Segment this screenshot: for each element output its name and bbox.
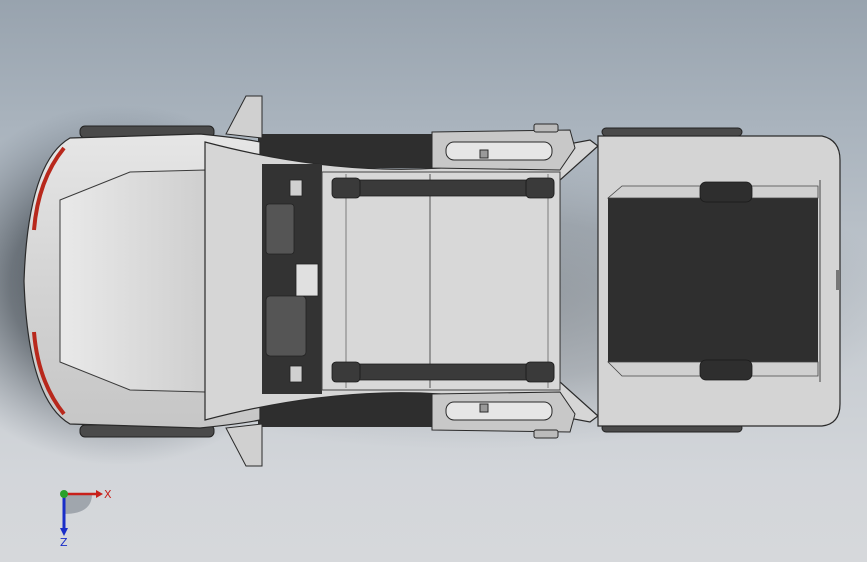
wheel-well-top: [699, 181, 753, 203]
latch-top: [479, 149, 489, 159]
z-axis-arrow: [60, 528, 68, 536]
z-axis-label: Z: [60, 536, 68, 548]
bed-floor: [608, 198, 818, 362]
door-handle-bottom: [445, 401, 553, 421]
hood-panel: [59, 169, 206, 393]
seat-console: [265, 295, 307, 357]
steering-column: [265, 203, 295, 255]
rear-left-tire: [601, 127, 743, 137]
truck-model-top-view[interactable]: [0, 0, 867, 562]
rack-foot-tr: [525, 177, 555, 199]
dash-block: [295, 263, 319, 297]
dash-vent-bottom: [289, 365, 303, 383]
left-mirror: [225, 95, 263, 139]
y-axis-dot: [60, 490, 68, 498]
tailgate-latch: [836, 270, 840, 290]
x-axis-arrow: [96, 490, 103, 498]
rack-foot-tl: [331, 177, 361, 199]
axis-triad: X Z: [60, 488, 112, 548]
door-handle-top: [445, 141, 553, 161]
step-bottom: [533, 429, 559, 439]
dash-vent-top: [289, 179, 303, 197]
rack-foot-br: [525, 361, 555, 383]
rack-bar-bottom: [335, 363, 555, 381]
step-top: [533, 123, 559, 133]
right-mirror: [225, 423, 263, 467]
triad-shadow: [64, 494, 92, 514]
wheel-well-bottom: [699, 359, 753, 381]
rack-foot-bl: [331, 361, 361, 383]
latch-bottom: [479, 403, 489, 413]
roof-panel: [321, 171, 561, 391]
graphics-viewport[interactable]: X Z: [0, 0, 867, 562]
rack-bar-top: [335, 179, 555, 197]
x-axis-label: X: [104, 488, 112, 501]
